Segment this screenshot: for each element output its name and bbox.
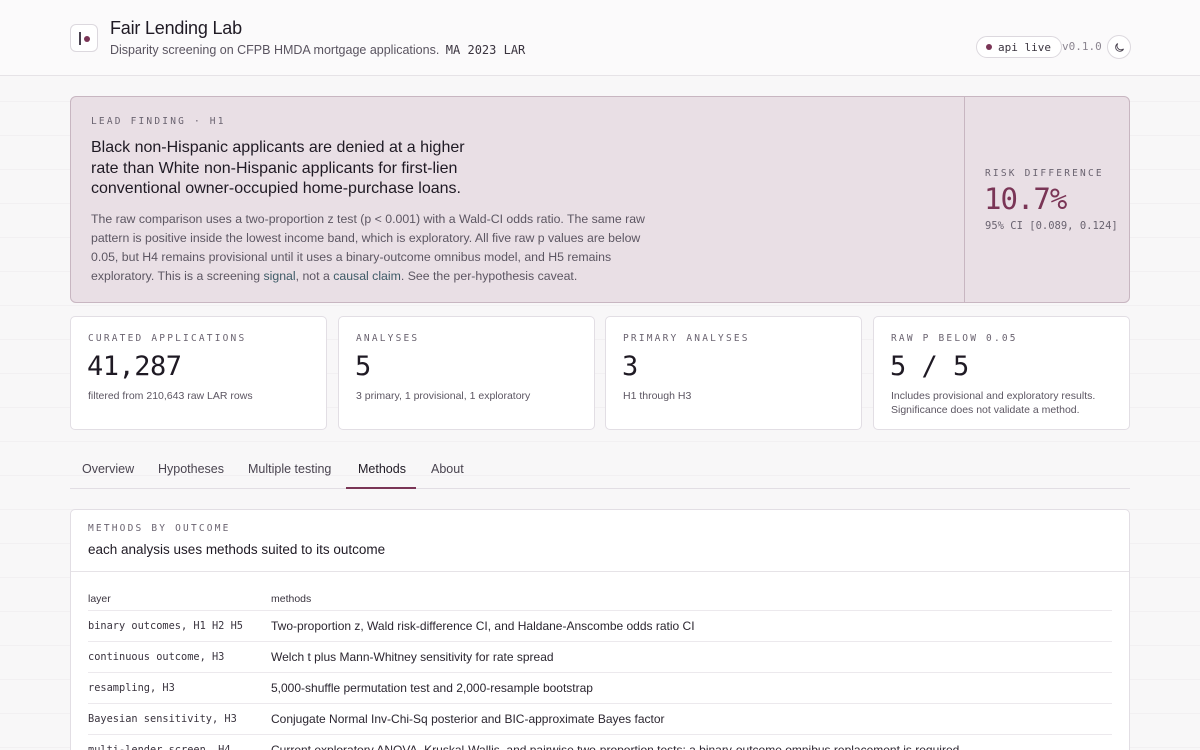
tab-overview[interactable]: Overview	[82, 462, 134, 476]
tab-about[interactable]: About	[431, 462, 464, 476]
app-title: Fair Lending Lab	[110, 18, 242, 38]
methods-cell: Current exploratory ANOVA, Kruskal-Walli…	[271, 734, 1112, 750]
methods-table: layer methods binary outcomes, H1 H2 H5 …	[88, 588, 1112, 750]
lead-body-text: , not a	[295, 269, 334, 283]
status-dot-icon	[986, 44, 992, 50]
stat-card-value: 5 / 5	[890, 351, 969, 382]
lead-finding-main: LEAD FINDING · H1 Black non-Hispanic app…	[71, 97, 964, 302]
causal-claim-link[interactable]: causal claim	[333, 269, 401, 283]
tab-hypotheses[interactable]: Hypotheses	[158, 462, 224, 476]
signal-link[interactable]: signal	[263, 269, 295, 283]
stat-card-value: 3	[622, 351, 638, 382]
methods-panel: METHODS BY OUTCOME each analysis uses me…	[70, 509, 1130, 750]
stat-card-value: 41,287	[87, 351, 182, 382]
methods-cell: Conjugate Normal Inv-Chi-Sq posterior an…	[271, 703, 1112, 735]
table-row: multi-lender screen, H4 Current explorat…	[88, 734, 1112, 750]
table-row: binary outcomes, H1 H2 H5 Two-proportion…	[88, 610, 1112, 642]
stat-card-value: 5	[355, 351, 371, 382]
table-row: Bayesian sensitivity, H3 Conjugate Norma…	[88, 703, 1112, 735]
stat-card-curated-applications: CURATED APPLICATIONS 41,287 filtered fro…	[70, 316, 327, 430]
risk-difference-value: 10.7%	[984, 182, 1067, 216]
api-status-label: api live	[998, 40, 1051, 54]
moon-icon	[1114, 42, 1124, 52]
stat-card-label: RAW P BELOW 0.05	[891, 333, 1018, 344]
active-tab-indicator	[346, 487, 416, 489]
table-row: continuous outcome, H3 Welch t plus Mann…	[88, 641, 1112, 673]
stat-card-note: 3 primary, 1 provisional, 1 exploratory	[356, 390, 531, 402]
section-tabs: Overview Hypotheses Multiple testing Met…	[70, 454, 1130, 489]
risk-difference-panel: RISK DIFFERENCE 10.7% 95% CI [0.089, 0.1…	[964, 97, 1129, 302]
methods-eyebrow: METHODS BY OUTCOME	[88, 523, 231, 534]
lead-finding-panel: LEAD FINDING · H1 Black non-Hispanic app…	[70, 96, 1130, 303]
risk-confidence-interval: 95% CI [0.089, 0.124]	[985, 220, 1118, 232]
app-subtitle: Disparity screening on CFPB HMDA mortgag…	[110, 43, 525, 57]
stat-card-analyses: ANALYSES 5 3 primary, 1 provisional, 1 e…	[338, 316, 595, 430]
tab-multiple-testing[interactable]: Multiple testing	[248, 462, 331, 476]
lead-body-text: . See the per-hypothesis caveat.	[400, 269, 578, 283]
version-label: v0.1.0	[1062, 40, 1102, 53]
app-header: Fair Lending Lab Disparity screening on …	[0, 0, 1200, 76]
methods-cell: 5,000-shuffle permutation test and 2,000…	[271, 672, 1112, 704]
table-header-row: layer methods	[88, 588, 1112, 611]
stat-card-raw-p-below: RAW P BELOW 0.05 5 / 5 Includes provisio…	[873, 316, 1130, 430]
stat-card-note: H1 through H3	[623, 390, 692, 402]
lead-headline: Black non-Hispanic applicants are denied…	[91, 139, 465, 197]
lead-eyebrow: LEAD FINDING · H1	[91, 116, 226, 127]
dataset-tag: MA 2023 LAR	[445, 43, 526, 57]
table-row: resampling, H3 5,000-shuffle permutation…	[88, 672, 1112, 704]
risk-eyebrow: RISK DIFFERENCE	[985, 168, 1104, 179]
theme-toggle-button[interactable]	[1107, 35, 1131, 59]
stat-card-label: PRIMARY ANALYSES	[623, 333, 750, 344]
stat-card-primary-analyses: PRIMARY ANALYSES 3 H1 through H3	[605, 316, 862, 430]
logo-mark-icon[interactable]	[70, 24, 98, 52]
column-header-layer: layer	[88, 588, 271, 611]
layer-cell: multi-lender screen, H4	[88, 734, 271, 750]
stat-card-note: filtered from 210,643 raw LAR rows	[88, 390, 253, 402]
subtitle-text: Disparity screening on CFPB HMDA mortgag…	[110, 43, 440, 57]
tab-methods[interactable]: Methods	[358, 462, 406, 476]
stat-card-label: ANALYSES	[356, 333, 420, 344]
layer-cell: continuous outcome, H3	[88, 641, 271, 673]
methods-title: each analysis uses methods suited to its…	[88, 542, 386, 557]
divider	[71, 571, 1129, 572]
api-status-badge: api live	[976, 36, 1062, 58]
layer-cell: binary outcomes, H1 H2 H5	[88, 610, 271, 642]
layer-cell: Bayesian sensitivity, H3	[88, 703, 271, 735]
stat-card-note: Includes provisional and exploratory res…	[891, 390, 1096, 416]
layer-cell: resampling, H3	[88, 672, 271, 704]
stat-card-label: CURATED APPLICATIONS	[88, 333, 247, 344]
methods-cell: Two-proportion z, Wald risk-difference C…	[271, 610, 1112, 642]
column-header-methods: methods	[271, 588, 1112, 611]
lead-body: The raw comparison uses a two-proportion…	[91, 210, 661, 286]
methods-cell: Welch t plus Mann-Whitney sensitivity fo…	[271, 641, 1112, 673]
